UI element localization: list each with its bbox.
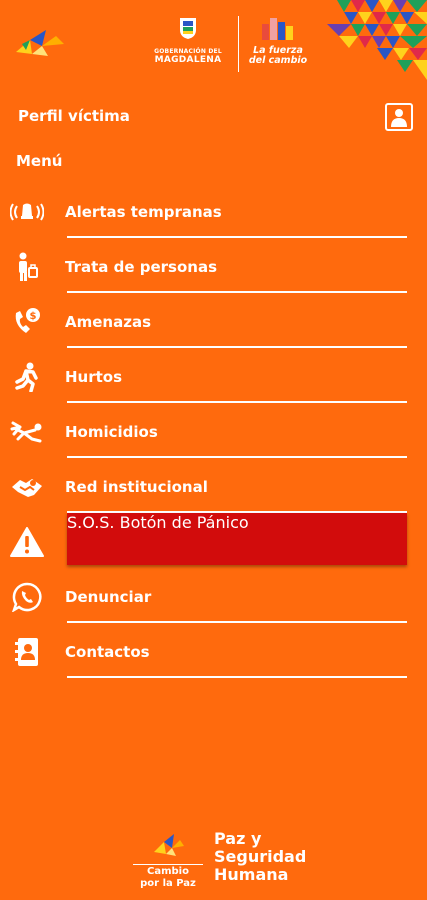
- menu-item-sos[interactable]: [0, 513, 60, 568]
- profile-label: Perfil víctima: [18, 107, 130, 125]
- menu-item-contactos[interactable]: Contactos: [0, 623, 427, 678]
- paz-line2: Seguridad: [214, 847, 307, 866]
- cambio-line1: Cambio: [147, 866, 189, 877]
- person-bag-icon: [10, 252, 44, 282]
- menu-item-label: Hurtos: [65, 368, 123, 386]
- whatsapp-icon: [10, 582, 44, 612]
- bird-icon: [154, 834, 184, 856]
- sos-panic-button[interactable]: S.O.S. Botón de Pánico: [67, 513, 407, 565]
- paz-bird-logo: [12, 22, 72, 62]
- menu-item-label: Alertas tempranas: [65, 203, 222, 221]
- menu-item-trata[interactable]: Trata de personas: [0, 238, 427, 293]
- magdalena-label: MAGDALENA: [154, 55, 222, 65]
- menu-item-denunciar[interactable]: Denunciar: [0, 568, 427, 623]
- fuerza-line2: del cambio: [248, 55, 308, 66]
- menu-item-label: S.O.S. Botón de Pánico: [67, 513, 249, 532]
- shield-icon: [180, 18, 196, 39]
- fallen-person-icon: [10, 417, 44, 447]
- contacts-book-icon: [10, 637, 44, 667]
- menu-item-label: Trata de personas: [65, 258, 218, 276]
- phone-money-icon: $: [10, 307, 44, 337]
- gobernacion-label: GOBERNACIÓN DEL: [154, 48, 222, 55]
- footer-branding: Cambio por la Paz Paz y Seguridad Humana: [0, 820, 427, 900]
- paz-line1: Paz y: [214, 829, 262, 848]
- warning-icon: [10, 527, 44, 557]
- cambio-por-la-paz-logo: Cambio por la Paz: [130, 830, 206, 895]
- cambio-divider: [133, 864, 203, 865]
- app-header: GOBERNACIÓN DEL MAGDALENA La fuerza del …: [0, 0, 427, 95]
- cambio-line2: por la Paz: [140, 878, 196, 889]
- buildings-icon: [262, 18, 293, 40]
- svg-text:$: $: [30, 311, 37, 322]
- user-icon: [391, 109, 407, 127]
- paz-line3: Humana: [214, 865, 289, 884]
- menu-item-label: Homicidios: [65, 423, 158, 441]
- running-person-icon: [10, 362, 44, 392]
- profile-button[interactable]: [385, 103, 413, 131]
- logo-divider: [238, 16, 239, 72]
- fuerza-cambio-logo: La fuerza del cambio: [242, 16, 314, 76]
- menu-item-label: Red institucional: [65, 478, 208, 496]
- menu-item-alertas[interactable]: Alertas tempranas: [0, 183, 427, 238]
- profile-row: Perfil víctima: [18, 103, 418, 133]
- menu-divider: [67, 676, 407, 678]
- handshake-icon: [10, 472, 44, 502]
- menu-item-amenazas[interactable]: $ Amenazas: [0, 293, 427, 348]
- menu-item-red-institucional[interactable]: Red institucional: [0, 458, 427, 513]
- alarm-icon: [10, 197, 44, 227]
- menu-item-homicidios[interactable]: Homicidios: [0, 403, 427, 458]
- menu-item-label: Amenazas: [65, 313, 151, 331]
- menu-title: Menú: [16, 152, 63, 170]
- menu-item-hurtos[interactable]: Hurtos: [0, 348, 427, 403]
- menu-item-label: Denunciar: [65, 588, 152, 606]
- menu-item-label: Contactos: [65, 643, 150, 661]
- paz-seguridad-title: Paz y Seguridad Humana: [214, 830, 306, 884]
- gobernacion-logo: GOBERNACIÓN DEL MAGDALENA: [138, 16, 238, 76]
- decorative-triangles: [327, 0, 427, 80]
